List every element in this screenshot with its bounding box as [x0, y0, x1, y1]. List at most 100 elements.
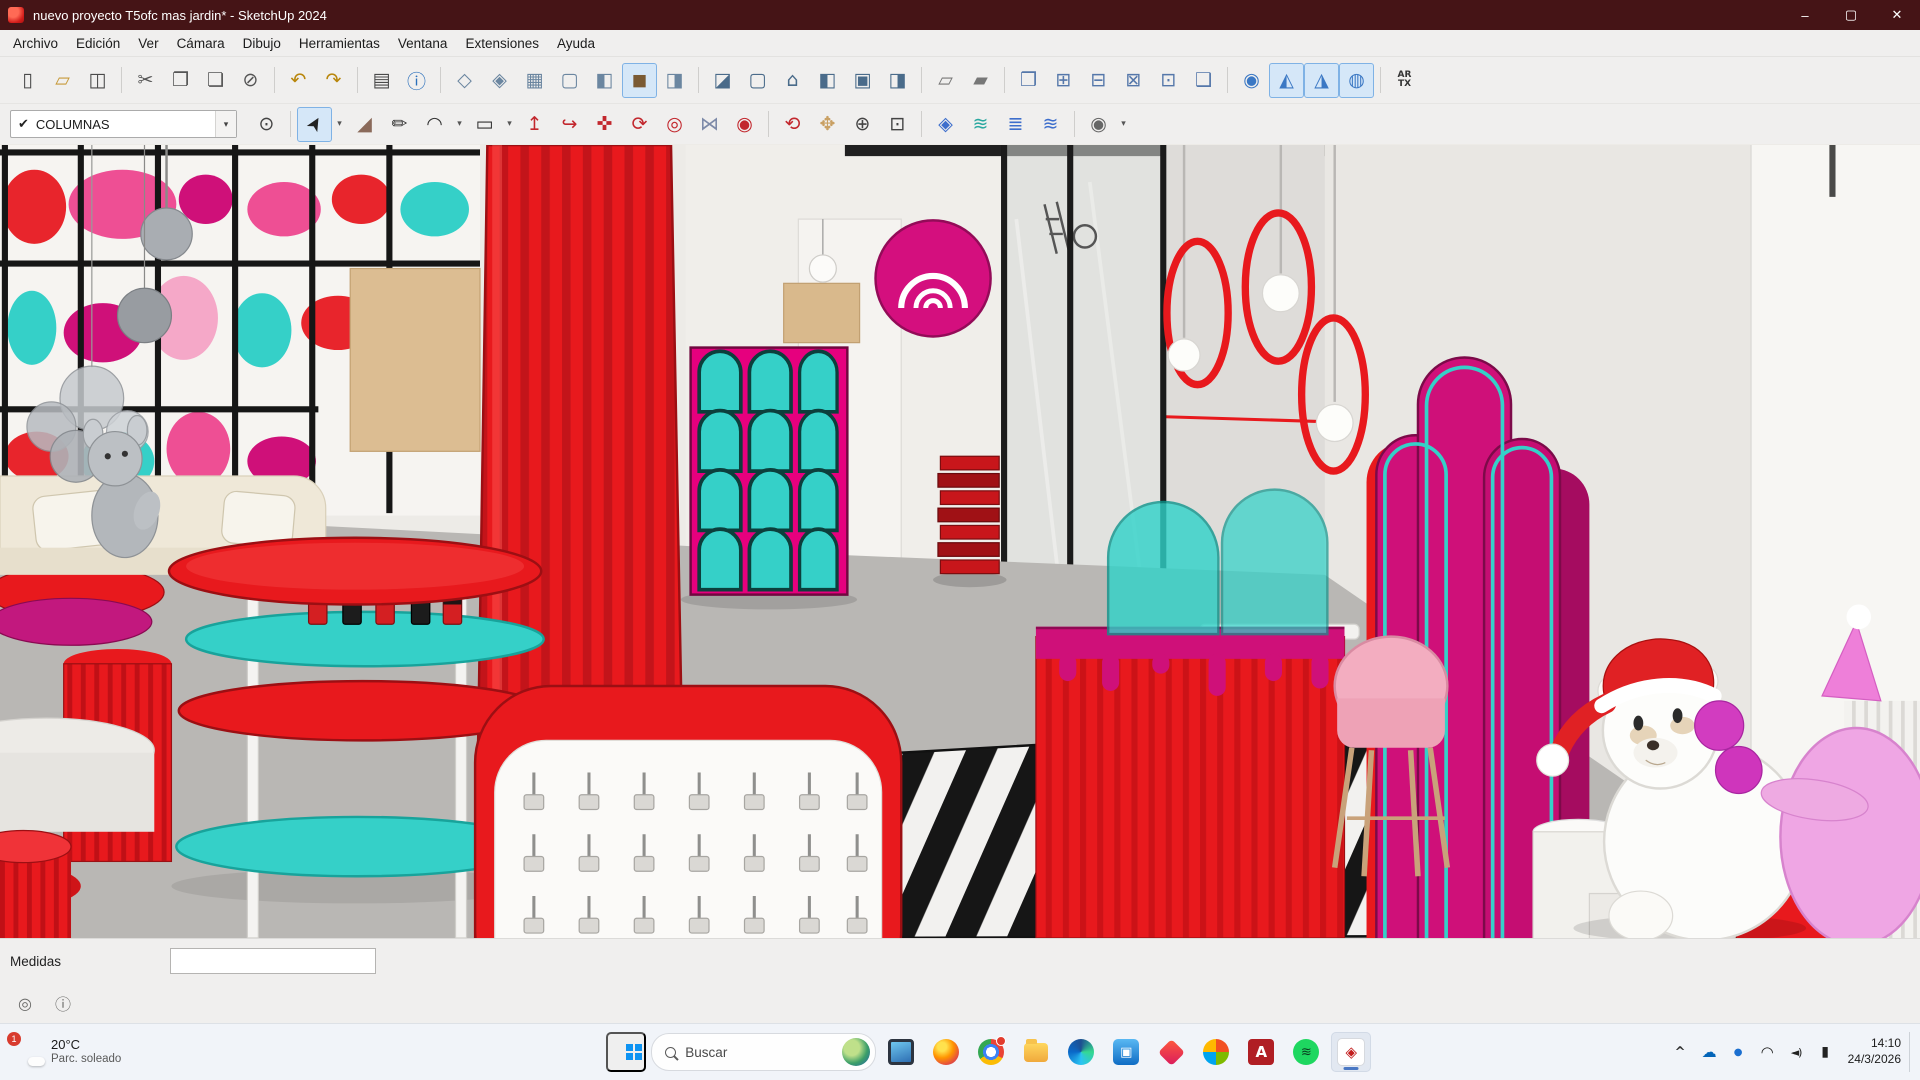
wifi-icon[interactable]: ◠ — [1753, 1032, 1782, 1072]
account-caret[interactable]: ▾ — [1116, 107, 1131, 142]
model-viewport[interactable] — [0, 144, 1920, 938]
paint-bucket-icon[interactable]: ◉ — [727, 107, 762, 142]
arc-caret[interactable]: ▾ — [452, 107, 467, 142]
menu-extensiones[interactable]: Extensiones — [456, 36, 548, 51]
right-view-icon[interactable]: ◧ — [810, 63, 845, 98]
look-around-icon[interactable]: ◭ — [1269, 63, 1304, 98]
offset-tool-icon[interactable]: ◎ — [657, 107, 692, 142]
save-icon[interactable]: ◫ — [80, 63, 115, 98]
show-desktop-button[interactable] — [1909, 1032, 1916, 1072]
menu-ver[interactable]: Ver — [129, 36, 167, 51]
user-account-icon[interactable]: ◉ — [1081, 107, 1116, 142]
teal-arch-screen[interactable] — [1108, 502, 1218, 634]
trim-icon[interactable]: ⊡ — [1151, 63, 1186, 98]
titlebar[interactable]: nuevo proyecto T5ofc mas jardin* - Sketc… — [0, 0, 1920, 30]
back-view-icon[interactable]: ▣ — [845, 63, 880, 98]
layers-stack-icon[interactable]: ≣ — [998, 107, 1033, 142]
taskbar-search[interactable]: Buscar — [651, 1033, 876, 1071]
spotify-icon[interactable]: ≋ — [1286, 1032, 1326, 1072]
copy-icon[interactable]: ❐ — [163, 63, 198, 98]
tag-selector-dropdown[interactable]: ✔ COLUMNAS ▾ — [10, 110, 237, 138]
menu-dibujo[interactable]: Dibujo — [234, 36, 290, 51]
taskbar-clock[interactable]: 14:10 24/3/2026 — [1840, 1036, 1909, 1067]
zoom-extents-icon[interactable]: ⊡ — [880, 107, 915, 142]
pan-tool-icon[interactable]: ✥ — [810, 107, 845, 142]
wood-panel[interactable] — [350, 269, 480, 452]
left-view-icon[interactable]: ◨ — [880, 63, 915, 98]
minimize-button[interactable]: – — [1782, 0, 1828, 30]
arc-tool-icon[interactable]: ◠ — [417, 107, 452, 142]
basket-stack[interactable] — [933, 456, 1006, 587]
delete-icon[interactable]: ⊘ — [233, 63, 268, 98]
zoom-tool-icon[interactable]: ⊕ — [845, 107, 880, 142]
model-info-icon[interactable]: ⓘ — [399, 63, 434, 98]
geolocation-icon[interactable]: ◎ — [14, 992, 36, 1014]
redo-icon[interactable]: ↷ — [316, 63, 351, 98]
position-camera-icon[interactable]: ◉ — [1234, 63, 1269, 98]
chrome-icon[interactable] — [971, 1032, 1011, 1072]
split-icon[interactable]: ❑ — [1186, 63, 1221, 98]
rotate-tool-icon[interactable]: ⟳ — [622, 107, 657, 142]
section-plane-icon[interactable]: ▱ — [928, 63, 963, 98]
top-view-icon[interactable]: ▢ — [740, 63, 775, 98]
shaded-textures-style-icon[interactable]: ◼ — [622, 63, 657, 98]
start-button[interactable] — [606, 1032, 646, 1072]
battery-icon[interactable]: ▮ — [1811, 1032, 1840, 1072]
tray-dot-app-icon[interactable]: ● — [1724, 1032, 1753, 1072]
walk-icon[interactable]: ◮ — [1304, 63, 1339, 98]
new-document-icon[interactable]: ▯ — [10, 63, 45, 98]
viewport-canvas[interactable] — [0, 145, 1920, 938]
rectangle-caret[interactable]: ▾ — [502, 107, 517, 142]
select-caret[interactable]: ▾ — [332, 107, 347, 142]
union-icon[interactable]: ⊟ — [1081, 63, 1116, 98]
hexagon-extension-icon[interactable]: ◈ — [928, 107, 963, 142]
outer-shell-icon[interactable]: ❒ — [1011, 63, 1046, 98]
peg-display[interactable] — [475, 686, 901, 938]
menu-herramientas[interactable]: Herramientas — [290, 36, 389, 51]
wireframe-style-icon[interactable]: ▦ — [517, 63, 552, 98]
move-tool-icon[interactable]: ✜ — [587, 107, 622, 142]
weather-widget[interactable]: 1 20°C Parc. soleado — [0, 1037, 312, 1067]
red-diamond-app-icon[interactable] — [1151, 1032, 1191, 1072]
cut-icon[interactable]: ✂ — [128, 63, 163, 98]
sandbox-smoove-icon[interactable]: ≋ — [1033, 107, 1068, 142]
tray-chevron-icon[interactable]: ^ — [1666, 1032, 1695, 1072]
maximize-button[interactable]: ▢ — [1828, 0, 1874, 30]
sandbox-contours-icon[interactable]: ≋ — [963, 107, 998, 142]
orbit-tool-icon[interactable]: ⟲ — [775, 107, 810, 142]
subtract-icon[interactable]: ⊠ — [1116, 63, 1151, 98]
paste-icon[interactable]: ❏ — [198, 63, 233, 98]
onedrive-icon[interactable]: ☁ — [1695, 1032, 1724, 1072]
locker-display[interactable] — [681, 348, 857, 610]
chevron-down-icon[interactable]: ▾ — [215, 111, 236, 137]
followme-tool-icon[interactable]: ↪ — [552, 107, 587, 142]
menu-edicion[interactable]: Edición — [67, 36, 129, 51]
search-daily-image[interactable] — [842, 1038, 870, 1066]
menu-ayuda[interactable]: Ayuda — [548, 36, 604, 51]
intersect-icon[interactable]: ⊞ — [1046, 63, 1081, 98]
edge-icon[interactable] — [1061, 1032, 1101, 1072]
hidden-line-style-icon[interactable]: ▢ — [552, 63, 587, 98]
open-icon[interactable]: ▱ — [45, 63, 80, 98]
pushpull-tool-icon[interactable]: ↥ — [517, 107, 552, 142]
line-tool-icon[interactable]: ✏ — [382, 107, 417, 142]
orbit-preview-icon[interactable]: ◍ — [1339, 63, 1374, 98]
file-explorer-icon[interactable] — [1016, 1032, 1056, 1072]
menu-camara[interactable]: Cámara — [168, 36, 234, 51]
undo-icon[interactable]: ↶ — [281, 63, 316, 98]
iso-view-icon[interactable]: ◪ — [705, 63, 740, 98]
artx-extension-icon[interactable]: AR TX — [1387, 63, 1422, 98]
eraser-tool-icon[interactable]: ◢ — [347, 107, 382, 142]
microsoft-store-icon[interactable]: ▣ — [1106, 1032, 1146, 1072]
rectangle-tool-icon[interactable]: ▭ — [467, 107, 502, 142]
front-view-icon[interactable]: ⌂ — [775, 63, 810, 98]
sketchup-taskbar-icon[interactable]: ◈ — [1331, 1032, 1371, 1072]
close-button[interactable]: ✕ — [1874, 0, 1920, 30]
desktop-preview-icon[interactable] — [881, 1032, 921, 1072]
measurements-input[interactable] — [170, 948, 376, 974]
back-edges-style-icon[interactable]: ◈ — [482, 63, 517, 98]
info-icon[interactable]: ⓘ — [52, 992, 74, 1014]
firefox-icon[interactable] — [926, 1032, 966, 1072]
brand-logo-circle[interactable] — [876, 220, 991, 336]
menu-archivo[interactable]: Archivo — [4, 36, 67, 51]
